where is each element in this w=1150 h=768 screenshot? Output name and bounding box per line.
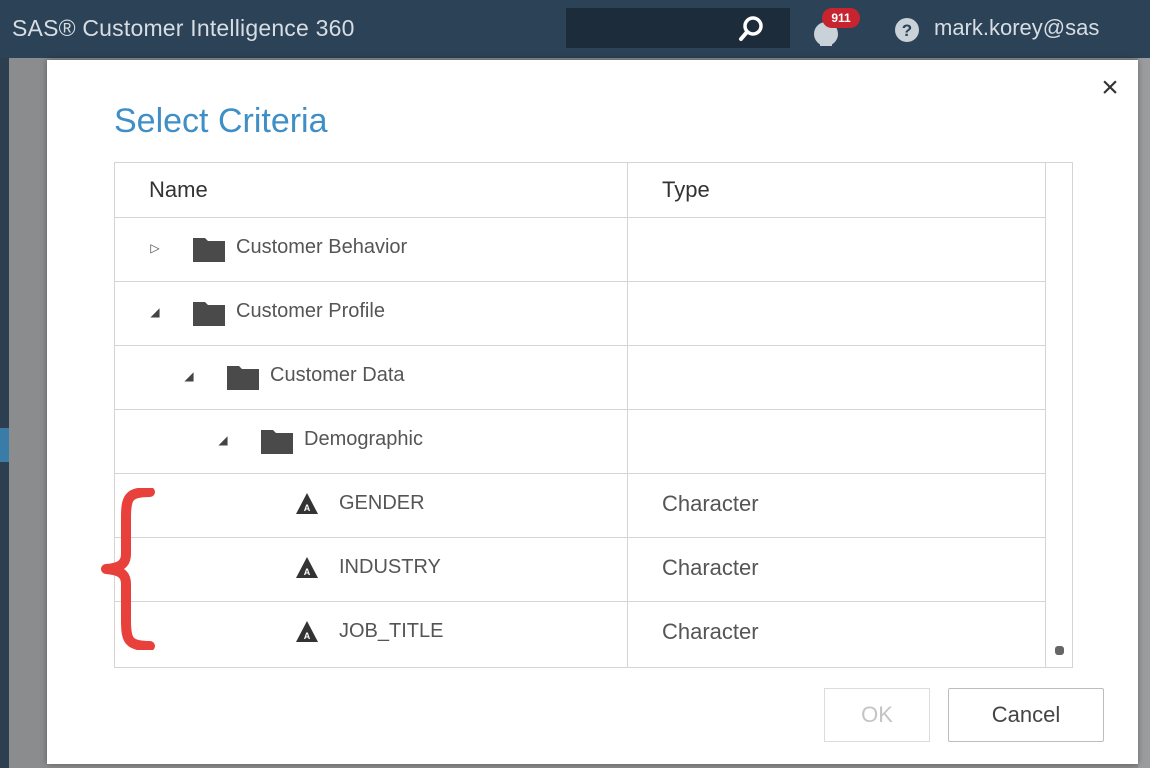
svg-text:A: A	[304, 631, 311, 641]
help-icon[interactable]: ?	[894, 17, 920, 43]
row-type: Character	[662, 491, 759, 516]
dialog-title: Select Criteria	[114, 102, 328, 140]
notification-badge[interactable]: 911	[822, 8, 860, 28]
tree-row-customer-profile[interactable]: ◢ Customer Profile	[115, 282, 1045, 346]
character-type-icon: A	[295, 492, 319, 516]
collapse-icon[interactable]: ◢	[147, 304, 163, 320]
character-type-icon: A	[295, 556, 319, 580]
tree-row-job-title[interactable]: A JOB_TITLE Character	[115, 602, 1045, 665]
collapse-icon[interactable]: ◢	[181, 368, 197, 384]
folder-icon	[227, 364, 259, 390]
background-sidebar-accent	[0, 428, 9, 462]
row-label: Customer Data	[270, 364, 405, 386]
close-icon[interactable]: ×	[1096, 73, 1124, 103]
row-label: Customer Behavior	[236, 236, 408, 258]
expand-icon[interactable]: ▷	[147, 240, 163, 256]
row-label: GENDER	[339, 492, 425, 514]
tree-row-demographic[interactable]: ◢ Demographic	[115, 410, 1045, 474]
svg-text:A: A	[304, 567, 311, 577]
folder-icon	[261, 428, 293, 454]
annotation-brace	[101, 488, 155, 650]
svg-text:A: A	[304, 503, 311, 513]
row-label: INDUSTRY	[339, 556, 441, 578]
column-header-name[interactable]: Name	[149, 177, 208, 203]
search-icon[interactable]	[736, 14, 766, 44]
select-criteria-dialog: × Select Criteria Name Type ▷ Customer B…	[47, 60, 1138, 764]
app-title: SAS® Customer Intelligence 360	[12, 15, 355, 41]
tree-row-gender[interactable]: A GENDER Character	[115, 474, 1045, 538]
svg-text:?: ?	[902, 21, 912, 40]
column-header-type[interactable]: Type	[662, 177, 710, 203]
grid-header: Name Type	[115, 163, 1045, 218]
character-type-icon: A	[295, 620, 319, 644]
cancel-button[interactable]: Cancel	[948, 688, 1104, 742]
folder-icon	[193, 236, 225, 262]
tree-row-customer-behavior[interactable]: ▷ Customer Behavior	[115, 218, 1045, 282]
vertical-scrollbar[interactable]	[1045, 163, 1072, 667]
background-sidebar	[0, 58, 9, 768]
row-type: Character	[662, 619, 759, 644]
user-menu[interactable]: mark.korey@sas	[934, 15, 1099, 41]
criteria-tree-grid: Name Type ▷ Customer Behavior ◢ Customer…	[114, 162, 1073, 668]
folder-icon	[193, 300, 225, 326]
app-header: SAS® Customer Intelligence 360 911 ? mar…	[0, 0, 1150, 58]
collapse-icon[interactable]: ◢	[215, 432, 231, 448]
row-type: Character	[662, 555, 759, 580]
tree-row-customer-data[interactable]: ◢ Customer Data	[115, 346, 1045, 410]
row-label: Demographic	[304, 428, 423, 450]
scrollbar-thumb[interactable]	[1055, 646, 1064, 655]
row-label: JOB_TITLE	[339, 620, 444, 642]
tree-row-industry[interactable]: A INDUSTRY Character	[115, 538, 1045, 602]
row-label: Customer Profile	[236, 300, 385, 322]
background-page	[1138, 58, 1150, 768]
ok-button[interactable]: OK	[824, 688, 930, 742]
